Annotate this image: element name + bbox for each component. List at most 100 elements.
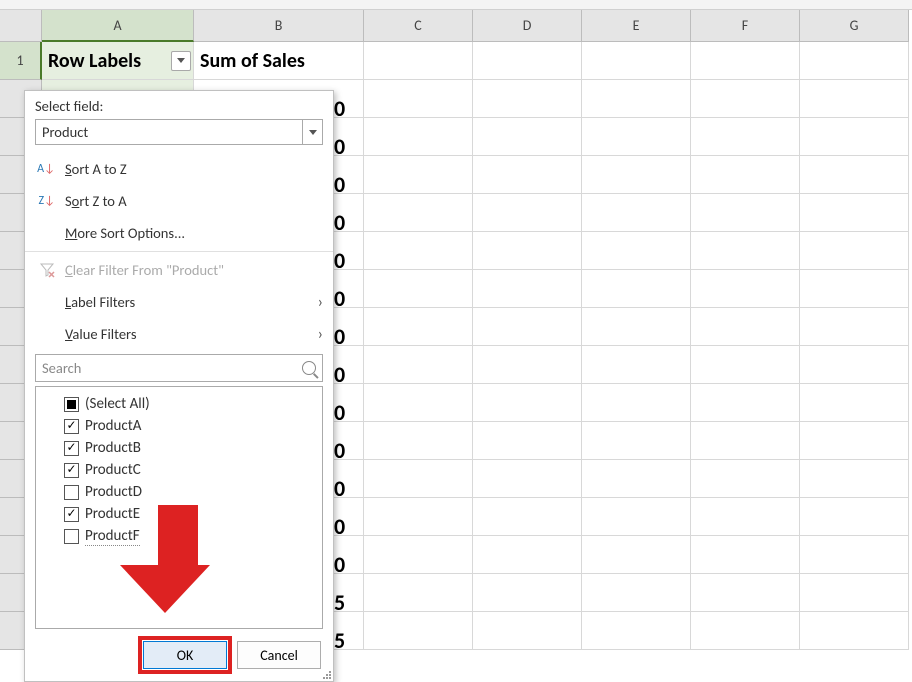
cell[interactable] — [364, 498, 473, 536]
cell[interactable] — [691, 460, 800, 498]
cell[interactable] — [691, 308, 800, 346]
col-header-C[interactable]: C — [364, 10, 473, 42]
cell[interactable] — [691, 118, 800, 156]
cell[interactable] — [364, 346, 473, 384]
cell[interactable] — [473, 574, 582, 612]
checkbox-unchecked-icon[interactable] — [64, 529, 79, 544]
cell[interactable] — [691, 498, 800, 536]
cell[interactable] — [473, 270, 582, 308]
cell[interactable] — [800, 422, 909, 460]
cell[interactable] — [582, 270, 691, 308]
cell[interactable] — [582, 232, 691, 270]
cell[interactable] — [800, 42, 909, 80]
cell[interactable] — [473, 460, 582, 498]
cell[interactable] — [800, 536, 909, 574]
filter-item[interactable]: ProductA — [42, 415, 316, 437]
filter-item[interactable]: ProductF — [42, 525, 316, 548]
cell[interactable] — [800, 156, 909, 194]
cell[interactable] — [582, 574, 691, 612]
cell[interactable] — [473, 194, 582, 232]
cell[interactable] — [582, 118, 691, 156]
checkbox-unchecked-icon[interactable] — [64, 485, 79, 500]
checkbox-checked-icon[interactable] — [64, 507, 79, 522]
cell[interactable] — [364, 118, 473, 156]
col-header-D[interactable]: D — [473, 10, 582, 42]
cell[interactable] — [691, 80, 800, 118]
cell[interactable] — [800, 308, 909, 346]
filter-item-select-all[interactable]: (Select All) — [42, 393, 316, 415]
cell[interactable] — [691, 42, 800, 80]
cell[interactable] — [473, 498, 582, 536]
row-header-1[interactable]: 1 — [0, 42, 42, 80]
cell[interactable] — [582, 80, 691, 118]
cell[interactable] — [800, 346, 909, 384]
cell[interactable] — [364, 536, 473, 574]
cell[interactable] — [582, 422, 691, 460]
field-select[interactable]: Product — [35, 119, 323, 145]
cell[interactable] — [582, 498, 691, 536]
value-filters[interactable]: Value Filters › — [25, 318, 333, 350]
checkbox-checked-icon[interactable] — [64, 463, 79, 478]
filter-item[interactable]: ProductB — [42, 437, 316, 459]
cell[interactable] — [473, 308, 582, 346]
cell[interactable] — [582, 156, 691, 194]
cell[interactable] — [582, 536, 691, 574]
cell[interactable] — [364, 232, 473, 270]
filter-item[interactable]: ProductD — [42, 481, 316, 503]
checkbox-mixed-icon[interactable] — [64, 397, 79, 412]
cell[interactable] — [473, 80, 582, 118]
cell[interactable] — [800, 612, 909, 650]
col-header-E[interactable]: E — [582, 10, 691, 42]
cell[interactable] — [364, 42, 473, 80]
cell[interactable] — [691, 536, 800, 574]
cell[interactable] — [691, 612, 800, 650]
cell[interactable] — [691, 194, 800, 232]
pivot-sum-header-cell[interactable]: Sum of Sales — [194, 42, 364, 80]
cell[interactable] — [582, 460, 691, 498]
col-header-B[interactable]: B — [194, 10, 364, 42]
cancel-button[interactable]: Cancel — [237, 641, 321, 669]
cell[interactable] — [800, 270, 909, 308]
cell[interactable] — [691, 422, 800, 460]
cell[interactable] — [364, 384, 473, 422]
pivot-row-labels-cell[interactable]: Row Labels — [42, 42, 194, 80]
cell[interactable] — [691, 384, 800, 422]
col-header-A[interactable]: A — [42, 10, 194, 42]
cell[interactable] — [800, 498, 909, 536]
cell[interactable] — [473, 42, 582, 80]
pivot-filter-dropdown-button[interactable] — [171, 51, 191, 71]
filter-item[interactable]: ProductE — [42, 503, 316, 525]
cell[interactable] — [473, 612, 582, 650]
cell[interactable] — [473, 536, 582, 574]
cell[interactable] — [364, 270, 473, 308]
col-header-F[interactable]: F — [691, 10, 800, 42]
cell[interactable] — [800, 232, 909, 270]
cell[interactable] — [364, 308, 473, 346]
cell[interactable] — [582, 612, 691, 650]
cell[interactable] — [800, 460, 909, 498]
cell[interactable] — [691, 232, 800, 270]
cell[interactable] — [800, 80, 909, 118]
cell[interactable] — [473, 156, 582, 194]
cell[interactable] — [364, 460, 473, 498]
cell[interactable] — [800, 574, 909, 612]
resize-grip[interactable] — [321, 669, 331, 679]
cell[interactable] — [473, 232, 582, 270]
cell[interactable] — [582, 308, 691, 346]
cell[interactable] — [582, 194, 691, 232]
cell[interactable] — [364, 194, 473, 232]
cell[interactable] — [364, 422, 473, 460]
cell[interactable] — [364, 612, 473, 650]
cell[interactable] — [691, 346, 800, 384]
cell[interactable] — [473, 118, 582, 156]
cell[interactable] — [364, 156, 473, 194]
cell[interactable] — [800, 194, 909, 232]
cell[interactable] — [582, 346, 691, 384]
checkbox-checked-icon[interactable] — [64, 441, 79, 456]
cell[interactable] — [364, 574, 473, 612]
cell[interactable] — [364, 80, 473, 118]
cell[interactable] — [691, 156, 800, 194]
sort-a-to-z[interactable]: A↓ Sort A to Z — [25, 153, 333, 185]
more-sort-options[interactable]: More Sort Options... — [25, 217, 333, 249]
ok-button[interactable]: OK — [143, 641, 227, 669]
